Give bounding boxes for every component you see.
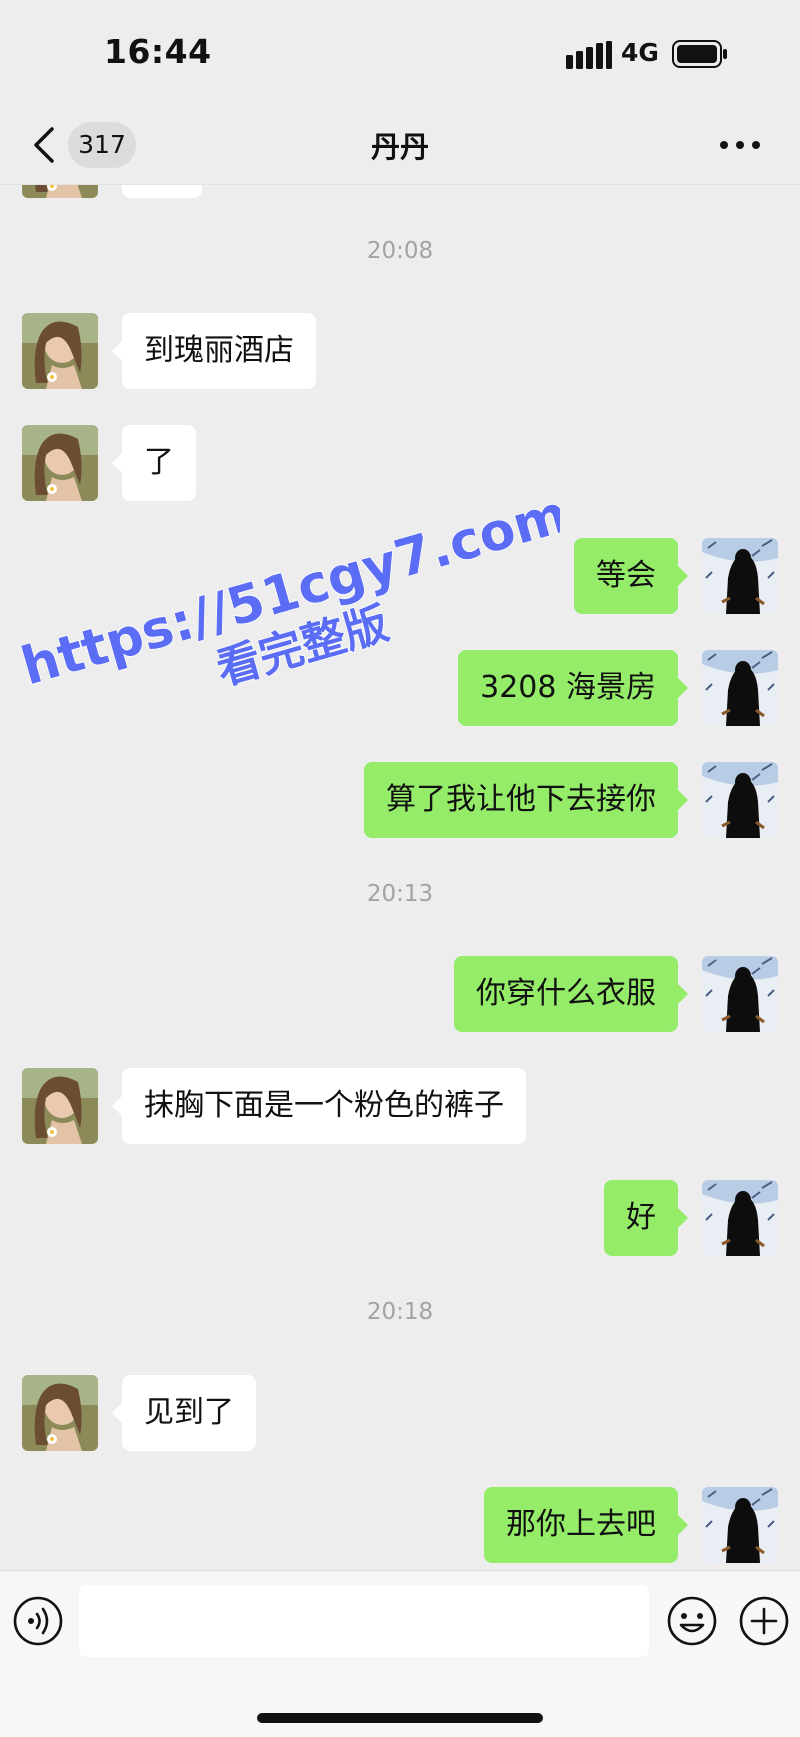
self-avatar[interactable] [702, 956, 778, 1032]
message-bubble-outgoing[interactable]: 等会 [574, 538, 688, 614]
network-type: 4G [621, 38, 659, 67]
self-avatar[interactable] [702, 538, 778, 614]
status-time: 16:44 [104, 32, 212, 71]
more-dots-icon[interactable] [716, 130, 764, 160]
message-bubble-incoming[interactable]: 到瑰丽酒店 [112, 313, 316, 389]
message-bubble-incoming[interactable]: 见到了 [112, 1375, 256, 1451]
unread-count-badge: 317 [68, 122, 136, 168]
message-bubble-outgoing[interactable]: 你穿什么衣服 [454, 956, 688, 1032]
chat-area[interactable]: 20:08 到瑰丽酒店 了 等会 3208 海景房 算了我让他下去接你 20:1… [0, 185, 800, 1570]
message-bubble-outgoing[interactable]: 那你上去吧 [484, 1487, 688, 1563]
message-bubble-incoming[interactable] [122, 185, 202, 198]
voice-icon[interactable] [12, 1595, 64, 1647]
signal-bars-icon [566, 41, 612, 69]
status-bar: 16:44 4G [0, 0, 800, 104]
contact-avatar[interactable] [22, 1375, 98, 1451]
message-bubble-incoming[interactable]: 抹胸下面是一个粉色的裤子 [112, 1068, 526, 1144]
message-timestamp: 20:13 [366, 881, 434, 907]
back-button[interactable]: 317 [30, 120, 140, 170]
plus-icon[interactable] [738, 1595, 790, 1647]
self-avatar[interactable] [702, 1180, 778, 1256]
contact-avatar[interactable] [22, 425, 98, 501]
input-bar [0, 1570, 800, 1737]
nav-bar: 317 丹丹 [0, 104, 800, 185]
message-bubble-outgoing[interactable]: 好 [604, 1180, 688, 1256]
message-bubble-outgoing[interactable]: 3208 海景房 [458, 650, 688, 726]
contact-avatar[interactable] [22, 185, 98, 198]
battery-icon [672, 40, 727, 68]
home-indicator [257, 1713, 543, 1723]
contact-avatar[interactable] [22, 1068, 98, 1144]
emoji-icon[interactable] [666, 1595, 718, 1647]
message-bubble-incoming[interactable]: 了 [112, 425, 196, 501]
message-timestamp: 20:18 [366, 1299, 434, 1325]
chat-title: 丹丹 [370, 130, 429, 164]
self-avatar[interactable] [702, 762, 778, 838]
chevron-left-icon [34, 127, 54, 163]
self-avatar[interactable] [702, 1487, 778, 1563]
message-timestamp: 20:08 [366, 238, 434, 264]
contact-avatar[interactable] [22, 313, 98, 389]
self-avatar[interactable] [702, 650, 778, 726]
message-input[interactable] [79, 1585, 649, 1657]
message-bubble-outgoing[interactable]: 算了我让他下去接你 [364, 762, 688, 838]
